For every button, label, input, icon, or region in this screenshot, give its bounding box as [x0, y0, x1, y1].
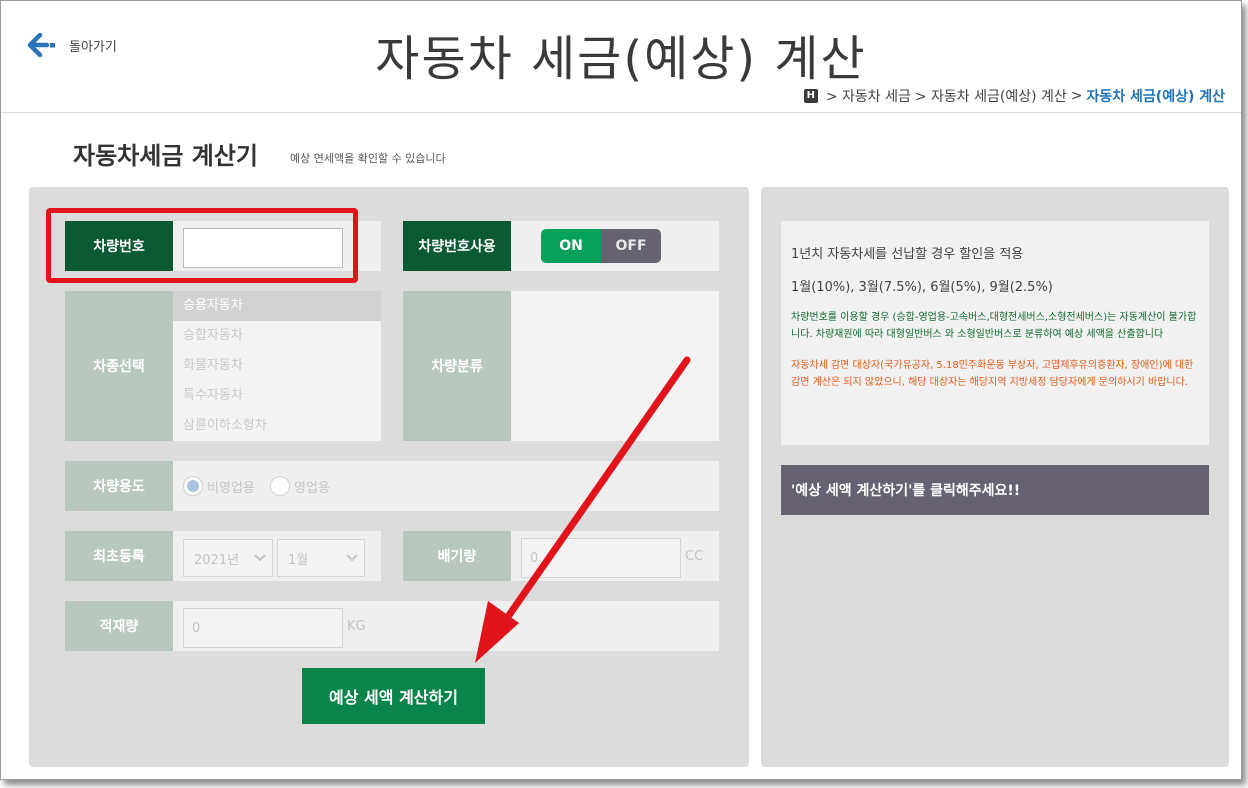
usage-label: 차량용도: [65, 461, 173, 511]
car-type-option[interactable]: 특수자동차: [173, 381, 381, 411]
page-title: 자동차 세금(예상) 계산: [375, 31, 867, 87]
first-reg-label: 최초등록: [65, 531, 173, 581]
car-type-option[interactable]: 승합자동차: [173, 321, 381, 351]
displacement-label: 배기량: [403, 531, 511, 581]
info-discount-text: 1년치 자동차세를 선납할 경우 할인을 적용: [791, 247, 1024, 262]
plate-use-label: 차량번호사용: [403, 221, 511, 271]
home-icon[interactable]: H: [803, 89, 818, 103]
breadcrumb: H > 자동차 세금 > 자동차 세금(예상) 계산 > 자동차 세금(예상) …: [803, 86, 1225, 106]
load-input[interactable]: 0: [183, 608, 343, 648]
plate-label: 차량번호: [65, 221, 173, 271]
result-hint-bar: '예상 세액 계산하기'를 클릭해주세요!!: [781, 465, 1209, 515]
section-title: 자동차세금 계산기: [73, 142, 258, 170]
breadcrumb-item[interactable]: > 자동차 세금: [826, 86, 911, 106]
info-plate-note: 차량번호를 이용할 경우 (승합-영업용-고속버스,대형전세버스,소형전세버스)…: [791, 312, 1197, 340]
toggle-on[interactable]: ON: [541, 229, 601, 263]
radio-label: 영업용: [294, 480, 330, 496]
usage-radio-commercial[interactable]: 영업용: [270, 476, 330, 496]
car-class-label: 차량분류: [403, 291, 511, 441]
radio-checked-icon[interactable]: [183, 476, 203, 496]
car-type-option[interactable]: 승용자동차: [173, 291, 381, 321]
chevron-down-icon: [346, 554, 358, 562]
radio-unchecked-icon[interactable]: [270, 476, 290, 496]
month-select[interactable]: 1월: [277, 539, 365, 577]
breadcrumb-current: 자동차 세금(예상) 계산: [1086, 89, 1225, 105]
displacement-unit: CC: [685, 549, 704, 564]
header-divider: [1, 112, 1241, 113]
load-unit: KG: [347, 619, 366, 634]
section-subtitle: 예상 연세액을 확인할 수 있습니다: [290, 152, 446, 165]
info-box: 1년치 자동차세를 선납할 경우 할인을 적용 1월(10%), 3월(7.5%…: [781, 221, 1209, 445]
info-discount-rates: 1월(10%), 3월(7.5%), 6월(5%), 9월(2.5%): [791, 280, 1053, 295]
radio-label: 비영업용: [207, 480, 255, 496]
toggle-off[interactable]: OFF: [601, 229, 661, 263]
car-type-option[interactable]: 삼륜이하소형차: [173, 411, 381, 441]
breadcrumb-separator: >: [1070, 88, 1083, 104]
info-reduction-note: 자동차세 감면 대상자(국가유공자, 5.18민주화운동 부상자, 고엽제후유의…: [791, 360, 1194, 388]
car-type-option[interactable]: 화물자동차: [173, 351, 381, 381]
car-type-listbox[interactable]: 승용자동차 승합자동차 화물자동차 특수자동차 삼륜이하소형차: [173, 291, 381, 441]
year-select-value: 2021년: [194, 552, 240, 568]
displacement-input[interactable]: 0: [521, 538, 681, 578]
window-frame: 돌아가기 자동차 세금(예상) 계산 H > 자동차 세금 > 자동차 세금(예…: [0, 0, 1242, 780]
plate-number-input[interactable]: [183, 228, 343, 268]
month-select-value: 1월: [288, 552, 309, 568]
plate-use-toggle[interactable]: ON OFF: [541, 229, 661, 263]
car-class-listbox[interactable]: [511, 291, 719, 441]
year-select[interactable]: 2021년: [183, 539, 273, 577]
chevron-down-icon: [254, 554, 266, 562]
breadcrumb-item[interactable]: > 자동차 세금(예상) 계산: [915, 86, 1067, 106]
car-type-label: 차종선택: [65, 291, 173, 441]
calculate-button[interactable]: 예상 세액 계산하기: [302, 668, 485, 724]
usage-radio-noncommercial[interactable]: 비영업용: [183, 476, 255, 496]
load-label: 적재량: [65, 601, 173, 651]
